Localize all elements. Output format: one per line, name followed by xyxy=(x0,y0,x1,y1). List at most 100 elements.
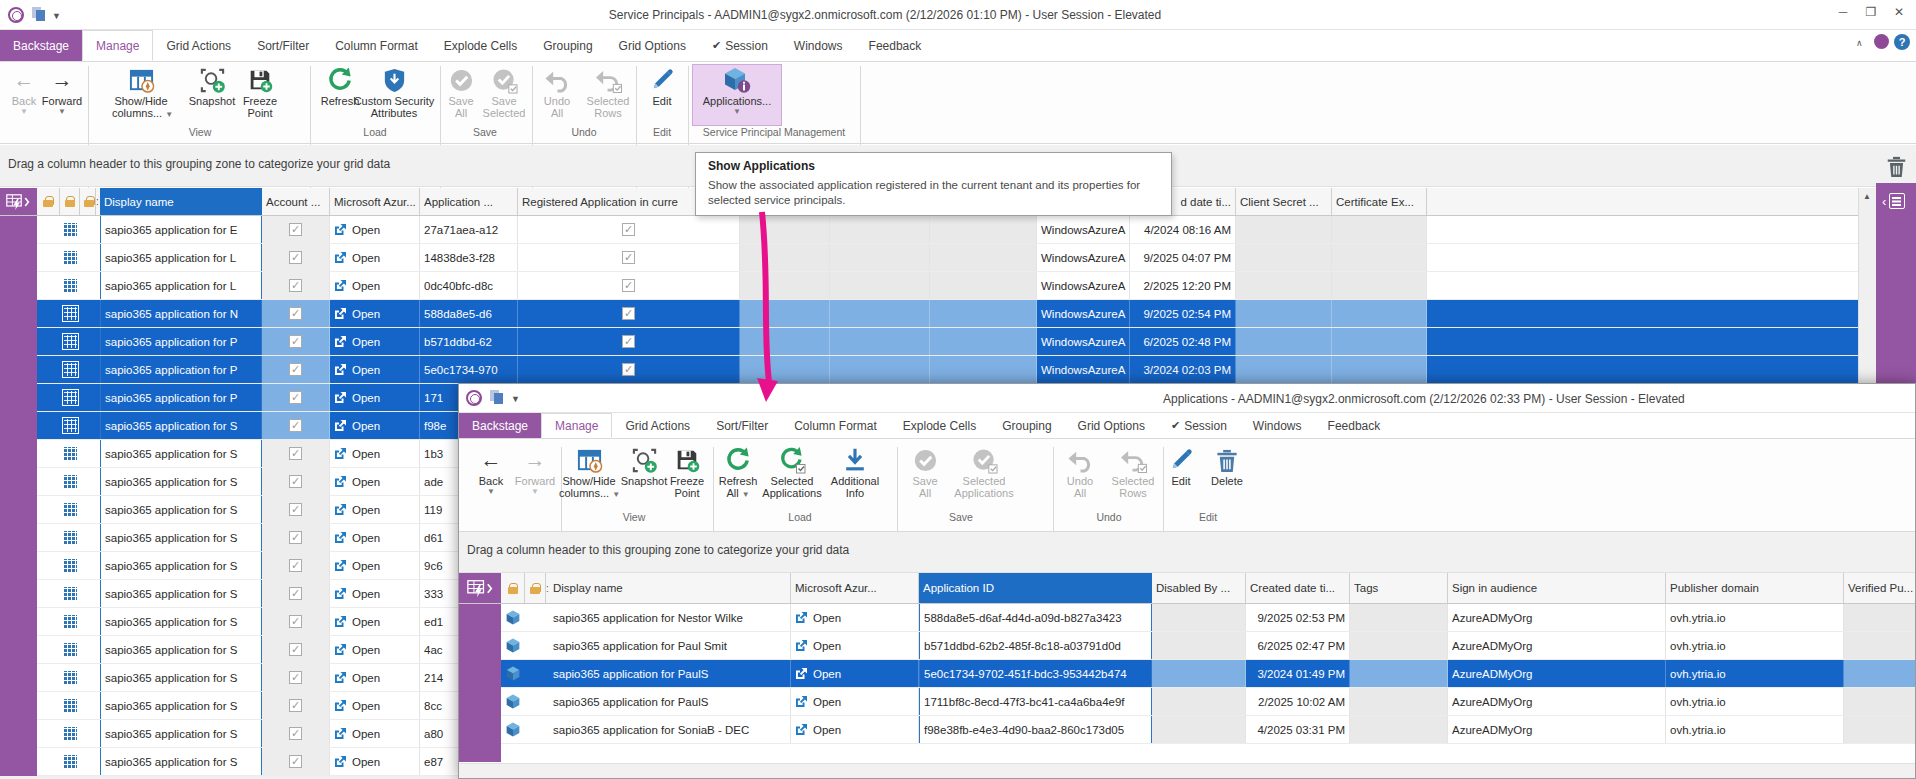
cell-open[interactable]: Open xyxy=(791,604,919,631)
cell-account[interactable] xyxy=(262,468,330,495)
header-display-name[interactable]: Display name xyxy=(549,573,791,603)
undo-selected-rows-button[interactable]: SelectedRows xyxy=(1107,445,1159,499)
cell-created-date[interactable]: 2/2025 12:20 PM xyxy=(1130,272,1236,299)
lock-column-1[interactable] xyxy=(501,573,525,603)
cell-open[interactable]: Open xyxy=(330,440,420,467)
cell-display-name[interactable]: sapio365 application for L xyxy=(100,272,262,299)
cell-display-name[interactable]: sapio365 application for S xyxy=(100,692,262,719)
cell-open[interactable]: Open xyxy=(330,412,420,439)
undo-all-button[interactable]: UndoAll xyxy=(536,65,578,119)
cell-application-id[interactable]: 0dc40bfc-d8c xyxy=(420,272,518,299)
cell-created-date[interactable]: 9/2025 02:53 PM xyxy=(1246,604,1350,631)
app-tab[interactable]: ✔Grouping xyxy=(989,413,1064,438)
account-checkbox[interactable] xyxy=(289,447,302,460)
cell-application-id[interactable]: f98e38fb-e4e3-4d90-baa2-860c173d05 xyxy=(919,716,1152,743)
cell-registered-app[interactable] xyxy=(518,300,740,327)
main-tab[interactable]: ✔Backstage xyxy=(0,30,82,61)
row-grid-icon[interactable] xyxy=(64,447,77,460)
account-checkbox[interactable] xyxy=(289,391,302,404)
cell-sign-in-audience[interactable]: AzureADMyOrg xyxy=(1448,688,1666,715)
row-grid-icon[interactable] xyxy=(64,335,77,348)
back-button[interactable]: ← Back▼ xyxy=(469,445,513,497)
cell-application-id[interactable]: 5e0c1734-970 xyxy=(420,356,518,383)
row-grid-icon[interactable] xyxy=(64,531,77,544)
account-checkbox[interactable] xyxy=(289,475,302,488)
open-link[interactable]: Open xyxy=(813,640,841,652)
cell-created-date[interactable]: 9/2025 04:07 PM xyxy=(1130,244,1236,271)
account-checkbox[interactable] xyxy=(289,755,302,768)
cell-account[interactable] xyxy=(262,664,330,691)
cell-created-date[interactable]: 4/2024 08:16 AM xyxy=(1130,216,1236,243)
header-display-name[interactable]: Display name xyxy=(100,188,262,215)
cell-application-id[interactable]: 588da8e5-d6af-4d4d-a09d-b827a3423 xyxy=(919,604,1152,631)
cell-type[interactable]: WindowsAzureA xyxy=(1037,300,1130,327)
row-grid-icon[interactable] xyxy=(64,643,77,656)
row-grid-icon[interactable] xyxy=(64,503,77,516)
row-grid-icon[interactable] xyxy=(64,699,77,712)
cell-display-name[interactable]: sapio365 application for S xyxy=(100,468,262,495)
cell-display-name[interactable]: sapio365 application for Paul Smit xyxy=(549,632,791,659)
open-link[interactable]: Open xyxy=(352,420,380,432)
row-grid-icon[interactable] xyxy=(64,251,77,264)
main-tab[interactable]: ✔Grid Options xyxy=(606,30,699,61)
cell-display-name[interactable]: sapio365 application for S xyxy=(100,412,262,439)
open-link[interactable]: Open xyxy=(352,392,380,404)
open-link[interactable]: Open xyxy=(813,724,841,736)
show-hide-columns-button[interactable]: Show/Hide columns... ▼ xyxy=(559,445,619,500)
cell-display-name[interactable]: sapio365 application for PaulS xyxy=(549,660,791,687)
main-grid-row[interactable]: sapio365 application for N Open 588da8e5… xyxy=(0,300,1858,328)
cell-account[interactable] xyxy=(262,524,330,551)
cell-application-id[interactable]: 1711bf8c-8ecd-47f3-bc41-ca4a6ba4e9f xyxy=(919,688,1152,715)
cell-registered-app[interactable] xyxy=(518,328,740,355)
account-checkbox[interactable] xyxy=(289,419,302,432)
app-grid-row[interactable]: sapio365 application for SoniaB - DEC Op… xyxy=(459,716,1916,744)
cell-sign-in-audience[interactable]: AzureADMyOrg xyxy=(1448,716,1666,743)
main-grid-row[interactable]: sapio365 application for E Open 27a71aea… xyxy=(0,216,1858,244)
cell-sign-in-audience[interactable]: AzureADMyOrg xyxy=(1448,660,1666,687)
side-panel-icon[interactable]: ‹ xyxy=(1882,193,1905,209)
cell-registered-app[interactable] xyxy=(518,272,740,299)
cell-created-date[interactable]: 2/2025 10:02 AM xyxy=(1246,688,1350,715)
open-link[interactable]: Open xyxy=(352,756,380,768)
cell-display-name[interactable]: sapio365 application for S xyxy=(100,608,262,635)
open-link[interactable]: Open xyxy=(352,252,380,264)
row-cube-icon[interactable] xyxy=(506,666,520,681)
help-icon[interactable]: ? xyxy=(1894,34,1910,50)
cell-account[interactable] xyxy=(262,300,330,327)
additional-info-button[interactable]: AdditionalInfo xyxy=(827,445,883,499)
cell-open[interactable]: Open xyxy=(330,692,420,719)
app-grid-row[interactable]: sapio365 application for PaulS Open 1711… xyxy=(459,688,1916,716)
cell-registered-app[interactable] xyxy=(518,356,740,383)
save-all-button[interactable]: SaveAll xyxy=(441,65,481,119)
account-checkbox[interactable] xyxy=(289,363,302,376)
cell-application-id[interactable]: 14838de3-f28 xyxy=(420,244,518,271)
quick-access-caret-icon[interactable]: ▼ xyxy=(511,394,520,404)
save-selected-applications-button[interactable]: SelectedApplications xyxy=(951,445,1017,499)
window-switch-icon[interactable] xyxy=(490,390,504,405)
minimize-button[interactable]: ─ xyxy=(1832,3,1854,21)
account-checkbox[interactable] xyxy=(289,307,302,320)
header-created-date[interactable]: Created date ti... xyxy=(1246,573,1350,603)
grouping-trash-icon[interactable] xyxy=(1886,155,1907,178)
cell-display-name[interactable]: sapio365 application for E xyxy=(100,216,262,243)
app-tab[interactable]: ✔Grid Options xyxy=(1065,413,1158,438)
cell-display-name[interactable]: sapio365 application for S xyxy=(100,496,262,523)
cell-created-date[interactable]: 3/2024 02:03 PM xyxy=(1130,356,1236,383)
cell-account[interactable] xyxy=(262,412,330,439)
cell-open[interactable]: Open xyxy=(330,468,420,495)
main-tab[interactable]: ✔Grouping xyxy=(530,30,605,61)
cell-open[interactable]: Open xyxy=(330,636,420,663)
open-link[interactable]: Open xyxy=(352,616,380,628)
cell-display-name[interactable]: sapio365 application for S xyxy=(100,440,262,467)
account-checkbox[interactable] xyxy=(289,587,302,600)
header-application-id[interactable]: Application ID xyxy=(919,573,1152,603)
row-grid-icon[interactable] xyxy=(64,279,77,292)
row-grid-icon[interactable] xyxy=(64,587,77,600)
cell-application-id[interactable]: b571ddbd-62 xyxy=(420,328,518,355)
lock-column-1[interactable] xyxy=(37,188,60,215)
cell-open[interactable]: Open xyxy=(330,608,420,635)
cell-open[interactable]: Open xyxy=(791,688,919,715)
app-tab[interactable]: ✔Backstage xyxy=(459,413,541,438)
account-checkbox[interactable] xyxy=(289,279,302,292)
row-grid-icon[interactable] xyxy=(64,419,77,432)
